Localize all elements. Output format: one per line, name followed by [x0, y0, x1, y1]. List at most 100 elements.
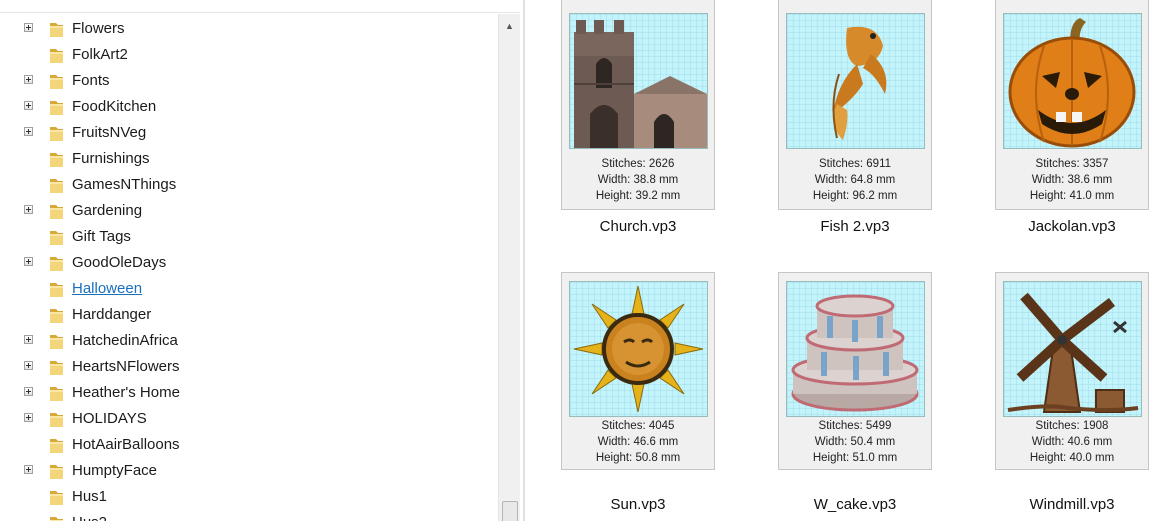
- design-height-text: Height: 40.0 mm: [1029, 452, 1115, 464]
- folder-icon: [49, 255, 64, 272]
- tree-item-flowers[interactable]: Flowers: [0, 16, 497, 42]
- tree-item-furnishings[interactable]: Furnishings: [0, 146, 497, 172]
- design-preview-image: [1003, 281, 1142, 417]
- design-thumbnail-card[interactable]: Stitches: 1908 Width: 40.6 mm Height: 40.0…: [995, 272, 1149, 470]
- folder-icon: [49, 359, 64, 376]
- tree-item-label: Harddanger: [72, 306, 152, 323]
- tree-item-label: HatchedinAfrica: [72, 332, 178, 349]
- pumpkin-design-icon: [1008, 18, 1136, 148]
- expand-plus-icon[interactable]: [24, 75, 33, 84]
- expand-plus-icon[interactable]: [24, 257, 33, 266]
- folder-icon: [49, 385, 64, 402]
- design-width-text: Width: 46.6 mm: [597, 436, 679, 448]
- design-thumbnail-card[interactable]: Stitches: 5499 Width: 50.4 mm Height: 51.0…: [778, 272, 932, 470]
- design-thumbnail-card[interactable]: Stitches: 2626 Width: 38.8 mm Height: 39.2…: [561, 0, 715, 210]
- tree-item-label: GoodOleDays: [72, 254, 167, 271]
- design-height-text: Height: 41.0 mm: [1029, 190, 1115, 202]
- design-filename[interactable]: Sun.vp3: [553, 496, 723, 513]
- tree-item-hatchedinafrica[interactable]: HatchedinAfrica: [0, 328, 497, 354]
- expand-plus-icon[interactable]: [24, 205, 33, 214]
- design-filename[interactable]: Church.vp3: [553, 218, 723, 235]
- expand-plus-icon[interactable]: [24, 335, 33, 344]
- folder-icon: [49, 307, 64, 324]
- tree-item-label: FruitsNVeg: [72, 124, 147, 141]
- design-width-text: Width: 64.8 mm: [814, 174, 896, 186]
- tree-item-gardening[interactable]: Gardening: [0, 198, 497, 224]
- tree-item-gamesnthings[interactable]: GamesNThings: [0, 172, 497, 198]
- expand-plus-icon[interactable]: [24, 387, 33, 396]
- tree-item-goodoledays[interactable]: GoodOleDays: [0, 250, 497, 276]
- tree-item-harddanger[interactable]: Harddanger: [0, 302, 497, 328]
- tree-item-label: Heather's Home: [72, 384, 180, 401]
- tree-item-folkart2[interactable]: FolkArt2: [0, 42, 497, 68]
- tree-item-heartsnflowers[interactable]: HeartsNFlowers: [0, 354, 497, 380]
- design-height-text: Height: 51.0 mm: [812, 452, 898, 464]
- design-thumbnail-card[interactable]: Stitches: 4045 Width: 46.6 mm Height: 50.8…: [561, 272, 715, 470]
- tree-item-hotaairballoons[interactable]: HotAairBalloons: [0, 432, 497, 458]
- design-height-text: Height: 96.2 mm: [812, 190, 898, 202]
- design-stitches-text: Stitches: 3357: [1035, 158, 1109, 170]
- folder-icon: [49, 281, 64, 298]
- tree-item-hus1[interactable]: Hus1: [0, 484, 497, 510]
- folder-icon: [49, 73, 64, 90]
- design-stitches-text: Stitches: 4045: [601, 420, 675, 432]
- tree-item-foodkitchen[interactable]: FoodKitchen: [0, 94, 497, 120]
- folder-icon: [49, 411, 64, 428]
- folder-tree-pane: ⌃ Flowers FolkArt2 Fonts FoodKitchen Fru…: [0, 0, 525, 521]
- design-preview-image: [786, 13, 925, 149]
- design-preview-image: [786, 281, 925, 417]
- tree-item-label: Gardening: [72, 202, 143, 219]
- folder-icon: [49, 47, 64, 64]
- design-filename[interactable]: Windmill.vp3: [987, 496, 1151, 513]
- scroll-up-arrow-icon[interactable]: ▲: [499, 14, 520, 38]
- design-preview-image: [569, 281, 708, 417]
- design-height-text: Height: 50.8 mm: [595, 452, 681, 464]
- design-width-text: Width: 40.6 mm: [1031, 436, 1113, 448]
- tree-item-humptyface[interactable]: HumptyFace: [0, 458, 497, 484]
- tree-item-gift-tags[interactable]: Gift Tags: [0, 224, 497, 250]
- design-stitches-text: Stitches: 1908: [1035, 420, 1109, 432]
- folder-icon: [49, 21, 64, 38]
- tree-top-edge: ⌃: [0, 0, 520, 13]
- tree-item-label: HumptyFace: [72, 462, 158, 479]
- folder-icon: [49, 515, 64, 521]
- folder-icon: [49, 437, 64, 454]
- tree-item-fruitsnveg[interactable]: FruitsNVeg: [0, 120, 497, 146]
- tree-item-label: Hus2: [72, 514, 107, 521]
- folder-icon: [49, 333, 64, 350]
- sun-design-icon: [573, 285, 704, 413]
- design-filename[interactable]: Fish 2.vp3: [770, 218, 940, 235]
- expand-plus-icon[interactable]: [24, 413, 33, 422]
- design-filename[interactable]: W_cake.vp3: [770, 496, 940, 513]
- design-width-text: Width: 38.6 mm: [1031, 174, 1113, 186]
- tree-item-label: HeartsNFlowers: [72, 358, 180, 375]
- tree-item-label: FoodKitchen: [72, 98, 157, 115]
- design-height-text: Height: 39.2 mm: [595, 190, 681, 202]
- tree-item-label: GamesNThings: [72, 176, 177, 193]
- folder-icon: [49, 489, 64, 506]
- tree-item-halloween[interactable]: Halloween: [0, 276, 497, 302]
- design-thumbnail-card[interactable]: Stitches: 3357 Width: 38.6 mm Height: 41.0…: [995, 0, 1149, 210]
- tree-item-holidays[interactable]: HOLIDAYS: [0, 406, 497, 432]
- column-caret-icon: ⌃: [1, 0, 10, 7]
- tree-item-label: Hus1: [72, 488, 108, 505]
- tree-item-label: FolkArt2: [72, 46, 128, 63]
- folder-icon: [49, 463, 64, 480]
- design-thumbnail-card[interactable]: Stitches: 6911 Width: 64.8 mm Height: 96.2…: [778, 0, 932, 210]
- tree-item-heather-s-home[interactable]: Heather's Home: [0, 380, 497, 406]
- design-filename[interactable]: Jackolan.vp3: [987, 218, 1151, 235]
- tree-item-fonts[interactable]: Fonts: [0, 68, 497, 94]
- expand-plus-icon[interactable]: [24, 101, 33, 110]
- tree-vertical-scrollbar[interactable]: ▲: [498, 14, 520, 521]
- expand-plus-icon[interactable]: [24, 361, 33, 370]
- expand-plus-icon[interactable]: [24, 465, 33, 474]
- folder-icon: [49, 177, 64, 194]
- expand-plus-icon[interactable]: [24, 127, 33, 136]
- design-stats: Stitches: 5499 Width: 50.4 mm Height: 51.0…: [779, 418, 931, 466]
- scrollbar-thumb[interactable]: [502, 501, 518, 521]
- expand-plus-icon[interactable]: [24, 23, 33, 32]
- tree-item-hus2[interactable]: Hus2: [0, 510, 497, 521]
- pane-divider[interactable]: [523, 0, 525, 521]
- church-design-icon: [574, 20, 707, 148]
- tree-item-label: Gift Tags: [72, 228, 131, 245]
